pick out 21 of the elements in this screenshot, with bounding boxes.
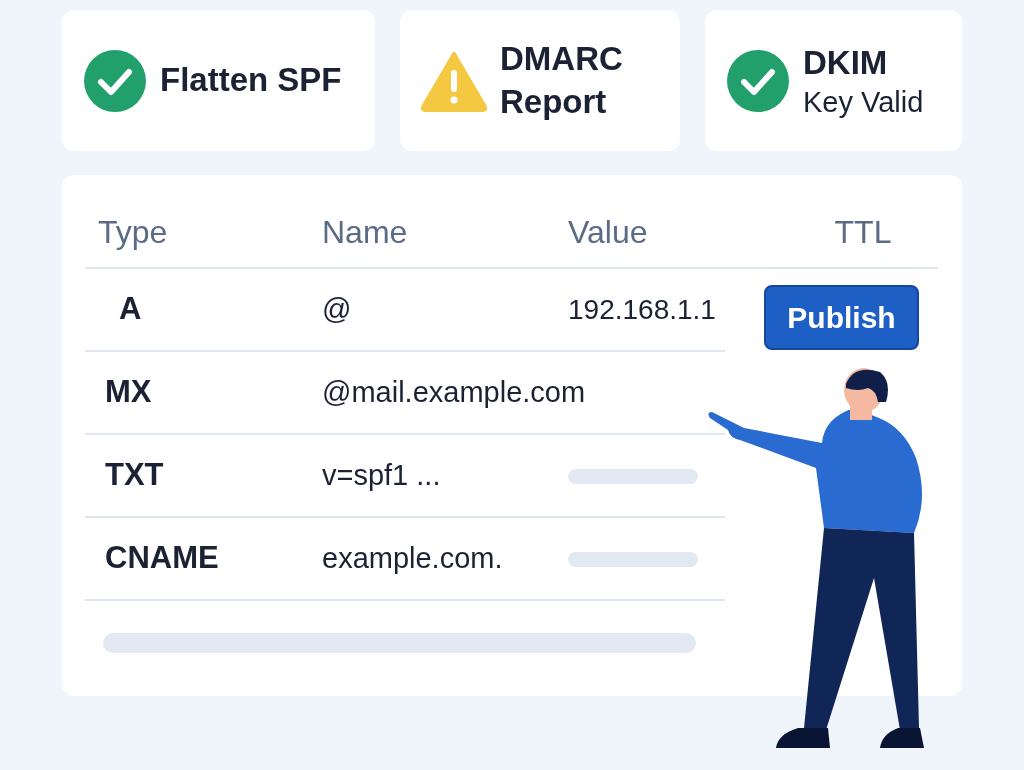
record-type: MX	[105, 374, 152, 410]
record-type: CNAME	[105, 540, 219, 576]
column-header: Value	[568, 214, 648, 250]
status-title: DMARC Report	[500, 38, 624, 122]
record-name: example.com.	[322, 541, 503, 574]
publish-button[interactable]: Publish	[764, 285, 919, 350]
record-type: TXT	[105, 457, 164, 493]
record-value: 192.168.1.1	[568, 293, 716, 325]
warning-icon	[420, 49, 488, 112]
record-type: A	[119, 291, 142, 327]
check-circle-icon	[725, 47, 791, 114]
record-name: @	[322, 292, 352, 325]
status-title: Flatten SPF	[160, 60, 342, 101]
check-circle-icon	[82, 47, 148, 114]
status-title: DKIM	[803, 42, 889, 83]
record-name: v=spf1 ...	[322, 458, 441, 491]
column-header: Type	[98, 214, 168, 250]
record-name: @mail.example.com	[322, 375, 586, 408]
column-header: Name	[322, 214, 408, 250]
status-subtitle: Key Valid	[803, 84, 924, 120]
column-header: TTL	[834, 214, 892, 250]
